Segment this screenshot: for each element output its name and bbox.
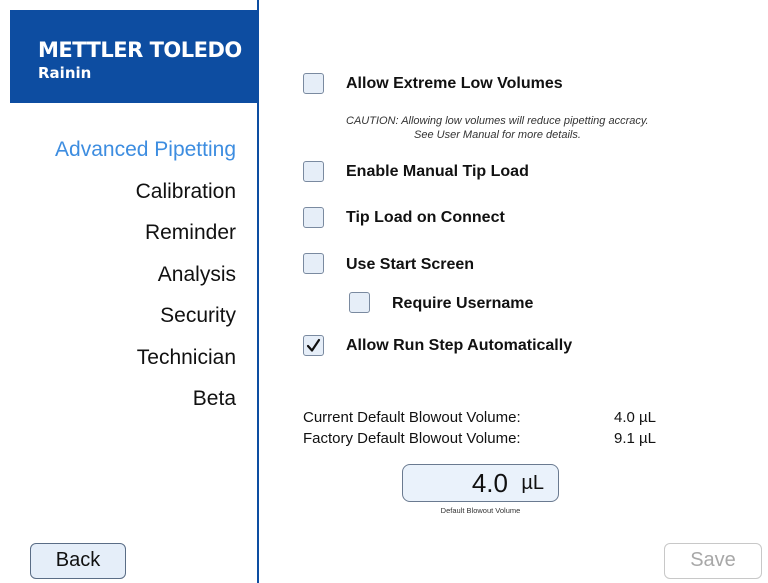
run-step-automatically-label: Allow Run Step Automatically <box>346 337 573 354</box>
settings-nav: Advanced Pipetting Calibration Reminder … <box>0 132 236 423</box>
checkmark-icon <box>306 338 321 352</box>
manual-tip-load-label: Enable Manual Tip Load <box>346 163 529 180</box>
manual-tip-load-checkbox[interactable] <box>303 161 324 182</box>
use-start-screen-label: Use Start Screen <box>346 256 475 273</box>
nav-item-technician[interactable]: Technician <box>0 340 236 382</box>
caution-line-1: CAUTION: Allowing low volumes will reduc… <box>346 115 649 127</box>
blowout-volume-caption: Default Blowout Volume <box>440 506 521 515</box>
brand-name: METTLER TOLEDO <box>38 38 242 62</box>
extreme-low-volumes-label: Allow Extreme Low Volumes <box>346 75 563 92</box>
current-blowout-value: 4.0 µL <box>614 409 657 426</box>
nav-item-calibration[interactable]: Calibration <box>0 174 236 216</box>
require-username-label: Require Username <box>392 295 534 312</box>
tip-load-on-connect-label: Tip Load on Connect <box>346 209 505 226</box>
nav-item-security[interactable]: Security <box>0 298 236 340</box>
caution-note: CAUTION: Allowing low volumes will reduc… <box>346 114 649 142</box>
brand-logo: METTLER TOLEDO Rainin <box>10 10 257 103</box>
tip-load-on-connect-checkbox[interactable] <box>303 207 324 228</box>
nav-item-analysis[interactable]: Analysis <box>0 257 236 299</box>
current-blowout-label: Current Default Blowout Volume: <box>303 409 521 426</box>
require-username-checkbox[interactable] <box>349 292 370 313</box>
save-button[interactable]: Save <box>664 543 762 579</box>
nav-item-reminder[interactable]: Reminder <box>0 215 236 257</box>
back-button[interactable]: Back <box>30 543 126 579</box>
run-step-automatically-checkbox[interactable] <box>303 335 324 356</box>
sidebar: METTLER TOLEDO Rainin Advanced Pipetting… <box>0 0 259 583</box>
use-start-screen-checkbox[interactable] <box>303 253 324 274</box>
extreme-low-volumes-checkbox[interactable] <box>303 73 324 94</box>
nav-item-beta[interactable]: Beta <box>0 381 236 423</box>
blowout-volume-field[interactable]: 4.0 µL <box>402 464 559 502</box>
caution-line-2: See User Manual for more details. <box>414 129 581 141</box>
blowout-volume-value: 4.0 <box>471 468 508 498</box>
brand-subname: Rainin <box>38 64 92 82</box>
blowout-volume-unit: µL <box>521 472 544 494</box>
settings-screen: METTLER TOLEDO Rainin Advanced Pipetting… <box>0 0 768 583</box>
factory-blowout-label: Factory Default Blowout Volume: <box>303 430 521 447</box>
factory-blowout-value: 9.1 µL <box>614 430 657 447</box>
nav-item-advanced-pipetting[interactable]: Advanced Pipetting <box>0 132 236 174</box>
